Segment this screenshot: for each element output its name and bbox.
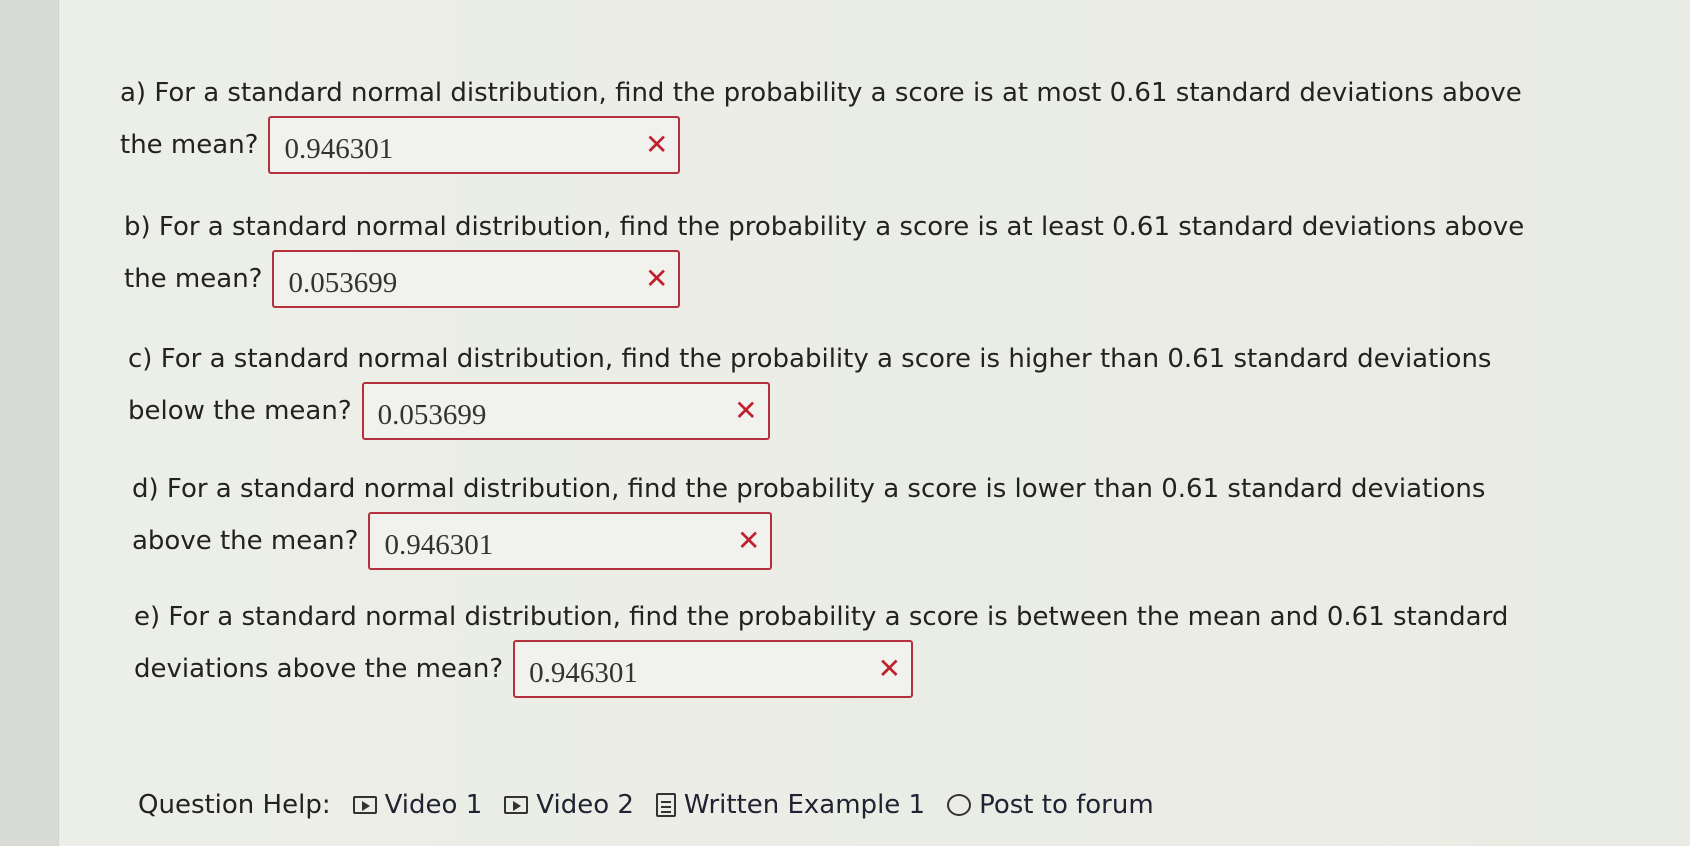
question-e-text-line2: deviations above the mean? (134, 654, 504, 684)
written-example-link[interactable]: Written Example 1 (655, 790, 926, 820)
question-d: d) For a standard normal distribution, f… (132, 466, 1485, 570)
written-example-label: Written Example 1 (683, 790, 926, 820)
answer-input-e[interactable]: 0.946301 ✕ (513, 640, 914, 698)
answer-value: 0.946301 (284, 133, 394, 165)
video-icon (352, 796, 377, 814)
incorrect-icon: ✕ (737, 524, 761, 557)
answer-value: 0.053699 (288, 267, 398, 299)
document-icon (655, 793, 676, 817)
page: a) For a standard normal distribution, f… (0, 0, 1690, 846)
question-a-text: a) For a standard normal distribution, f… (120, 78, 1522, 108)
incorrect-icon: ✕ (877, 652, 902, 685)
question-e-text: e) For a standard normal distribution, f… (134, 602, 1509, 632)
answer-value: 0.053699 (377, 399, 487, 431)
answer-value: 0.946301 (384, 529, 494, 561)
answer-value: 0.946301 (529, 657, 638, 689)
question-a-text-line2: the mean? (120, 130, 259, 160)
answer-input-b[interactable]: 0.053699 ✕ (272, 250, 681, 308)
question-d-text-line2: above the mean? (132, 526, 359, 556)
incorrect-icon: ✕ (734, 394, 758, 427)
question-c-text-line2: below the mean? (128, 396, 352, 426)
question-b-text-line2: the mean? (124, 264, 263, 294)
video-2-label: Video 2 (536, 790, 634, 820)
question-help-label: Question Help: (138, 790, 331, 820)
incorrect-icon: ✕ (645, 262, 669, 295)
question-c-text: c) For a standard normal distribution, f… (128, 344, 1492, 374)
video-icon (504, 796, 529, 814)
video-1-label: Video 1 (384, 790, 483, 820)
question-b-text: b) For a standard normal distribution, f… (124, 212, 1525, 242)
video-1-link[interactable]: Video 1 (352, 790, 483, 820)
question-a: a) For a standard normal distribution, f… (120, 70, 1522, 174)
answer-input-c[interactable]: 0.053699 ✕ (361, 382, 770, 440)
video-2-link[interactable]: Video 2 (504, 790, 634, 820)
post-to-forum-label: Post to forum (979, 790, 1154, 820)
question-e: e) For a standard normal distribution, f… (134, 594, 1508, 698)
post-to-forum-link[interactable]: Post to forum (947, 790, 1154, 820)
answer-input-a[interactable]: 0.946301 ✕ (268, 116, 681, 174)
answer-input-d[interactable]: 0.946301 ✕ (368, 512, 773, 570)
speech-bubble-icon (947, 794, 972, 816)
question-b: b) For a standard normal distribution, f… (124, 204, 1524, 308)
question-d-text: d) For a standard normal distribution, f… (132, 474, 1486, 504)
left-margin (0, 0, 59, 846)
incorrect-icon: ✕ (645, 128, 669, 161)
question-help-bar: Question Help: Video 1 Video 2 Written E… (138, 790, 1176, 820)
question-c: c) For a standard normal distribution, f… (128, 336, 1491, 440)
